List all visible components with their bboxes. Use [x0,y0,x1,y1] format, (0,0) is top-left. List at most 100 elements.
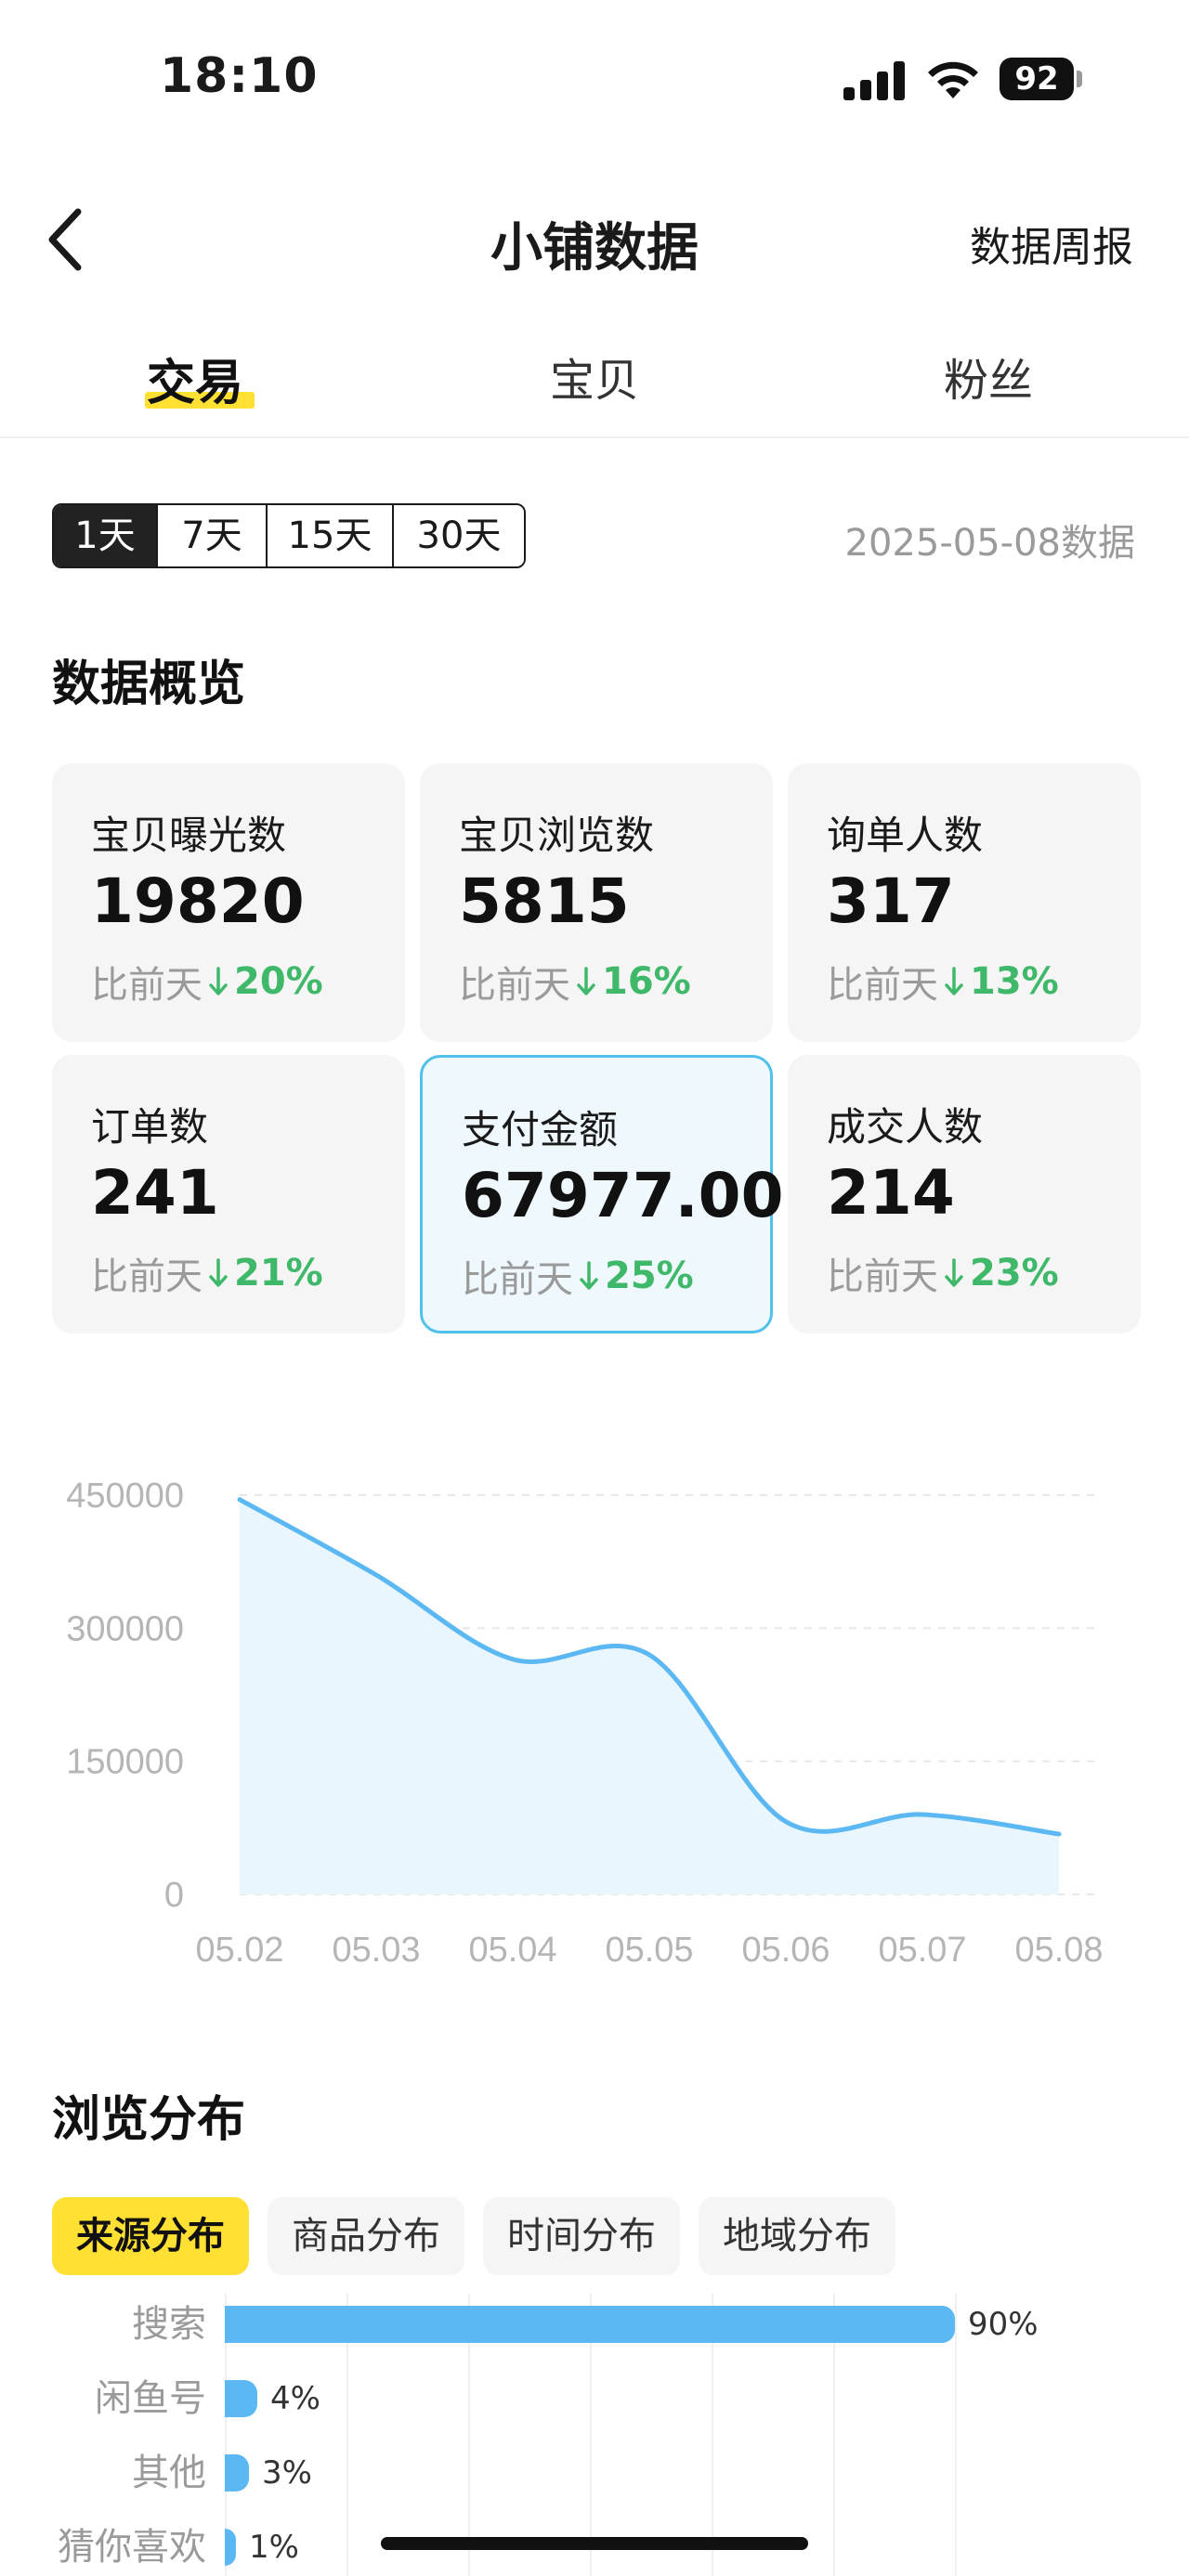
metric-delta: 13% [944,960,1059,1003]
source-bar [225,2529,236,2566]
source-percent: 1% [249,2529,299,2566]
metric-value: 241 [91,1157,219,1229]
x-tick-label: 05.04 [468,1931,556,1970]
metric-card-inquiries[interactable]: 询单人数 317 比前天 13% [788,763,1141,1042]
y-tick-label: 150000 [66,1743,184,1782]
metric-delta: 25% [579,1255,694,1297]
metric-card-orders[interactable]: 订单数 241 比前天 21% [52,1055,405,1334]
metric-compare: 比前天 25% [462,1249,694,1303]
source-percent: 4% [270,2380,320,2417]
x-tick-label: 05.02 [195,1931,283,1970]
tab-region-distribution[interactable]: 地域分布 [699,2197,895,2275]
metric-value: 5815 [459,865,630,937]
metric-label: 宝贝浏览数 [459,813,655,858]
arrow-down-icon [577,967,595,995]
x-tick-label: 05.03 [332,1931,420,1970]
arrow-down-icon [945,1258,963,1287]
metric-card-buyers[interactable]: 成交人数 214 比前天 23% [788,1055,1141,1334]
payment-trend-chart: 450000 300000 150000 0 05.02 05.03 05.04 05.05 0… [66,1477,1103,1970]
metric-delta-value: 25% [605,1255,694,1297]
arrow-down-icon [209,967,228,995]
metric-value: 317 [827,865,955,937]
tab-items[interactable]: 宝贝 [492,344,697,409]
tab-item-distribution[interactable]: 商品分布 [268,2197,464,2275]
range-1-day-button[interactable]: 1天 [54,505,156,566]
metric-label: 宝贝曝光数 [91,813,287,858]
compare-label: 比前天 [462,1258,573,1301]
source-row[interactable]: 搜索 90% [0,2301,1189,2348]
metric-compare: 比前天 21% [91,1246,323,1300]
metric-label: 询单人数 [827,813,984,858]
status-time: 18:10 [160,48,319,104]
overview-section-title: 数据概览 [52,657,246,712]
tab-trade[interactable]: 交易 [93,344,297,413]
metric-label: 成交人数 [827,1104,984,1150]
source-bar [225,2306,955,2343]
x-tick-label: 05.07 [878,1931,966,1970]
metric-delta: 23% [944,1252,1059,1295]
arrow-down-icon [209,1258,228,1287]
home-indicator [381,2537,808,2550]
browse-section-title: 浏览分布 [52,2092,246,2148]
cellular-signal-icon [843,61,905,100]
tab-fans[interactable]: 粉丝 [886,344,1091,409]
source-label: 搜索 [132,2303,206,2346]
x-tick-label: 05.06 [741,1931,830,1970]
metric-delta-value: 21% [234,1252,323,1295]
source-row[interactable]: 闲鱼号 4% [0,2375,1189,2422]
weekly-report-link[interactable]: 数据周报 [970,214,1133,273]
wifi-icon [928,61,978,98]
metric-delta-value: 20% [234,960,323,1003]
battery-icon: 92 [1000,58,1083,100]
tab-time-distribution[interactable]: 时间分布 [483,2197,680,2275]
metric-value: 19820 [91,865,305,937]
metric-compare: 比前天 20% [91,955,323,1008]
range-30-days-button[interactable]: 30天 [392,505,524,566]
metric-delta-value: 23% [970,1252,1059,1295]
data-date-note: 2025-05-08数据 [844,522,1135,565]
source-row[interactable]: 其他 3% [0,2450,1189,2496]
metric-value: 214 [827,1157,955,1229]
date-range-selector: 1天 7天 15天 30天 [52,503,526,568]
distribution-tabs: 来源分布 商品分布 时间分布 地域分布 [52,2197,895,2275]
tab-source-distribution[interactable]: 来源分布 [52,2197,249,2275]
metric-delta: 16% [576,960,691,1003]
compare-label: 比前天 [827,964,938,1007]
range-15-days-button[interactable]: 15天 [266,505,392,566]
compare-label: 比前天 [827,1255,938,1298]
source-bar [225,2380,257,2417]
y-tick-label: 450000 [66,1477,184,1516]
metric-label: 订单数 [91,1104,209,1150]
y-tick-label: 0 [164,1876,184,1915]
source-percent: 90% [968,2306,1039,2343]
source-distribution-chart: 搜索 90% 闲鱼号 4% 其他 3% 猜你喜欢 1% [0,2294,1189,2576]
y-tick-label: 300000 [66,1609,184,1648]
source-bar [225,2454,249,2491]
arrow-down-icon [580,1261,598,1290]
source-percent: 3% [262,2454,312,2491]
metric-compare: 比前天 13% [827,955,1059,1008]
source-label: 闲鱼号 [95,2377,206,2420]
metric-value: 67977.00 [462,1160,784,1231]
metric-card-exposure[interactable]: 宝贝曝光数 19820 比前天 20% [52,763,405,1042]
range-7-days-button[interactable]: 7天 [156,505,266,566]
metric-card-payment-amount[interactable]: 支付金额 67977.00 比前天 25% [420,1055,784,1334]
metric-delta-value: 16% [602,960,691,1003]
metric-label: 支付金额 [462,1107,619,1152]
compare-label: 比前天 [91,964,203,1007]
metric-delta: 20% [208,960,323,1003]
area-fill [240,1499,1059,1894]
metric-card-views[interactable]: 宝贝浏览数 5815 比前天 16% [420,763,773,1042]
source-label: 猜你喜欢 [58,2526,206,2569]
x-tick-label: 05.05 [605,1931,693,1970]
metric-compare: 比前天 23% [827,1246,1059,1300]
compare-label: 比前天 [459,964,570,1007]
arrow-down-icon [945,967,963,995]
x-tick-label: 05.08 [1014,1931,1103,1970]
metric-delta-value: 13% [970,960,1059,1003]
source-label: 其他 [132,2452,206,2494]
tab-trade-label: 交易 [146,356,243,411]
compare-label: 比前天 [91,1255,203,1298]
metric-compare: 比前天 16% [459,955,691,1008]
main-tabs: 交易 宝贝 粉丝 [0,334,1189,438]
